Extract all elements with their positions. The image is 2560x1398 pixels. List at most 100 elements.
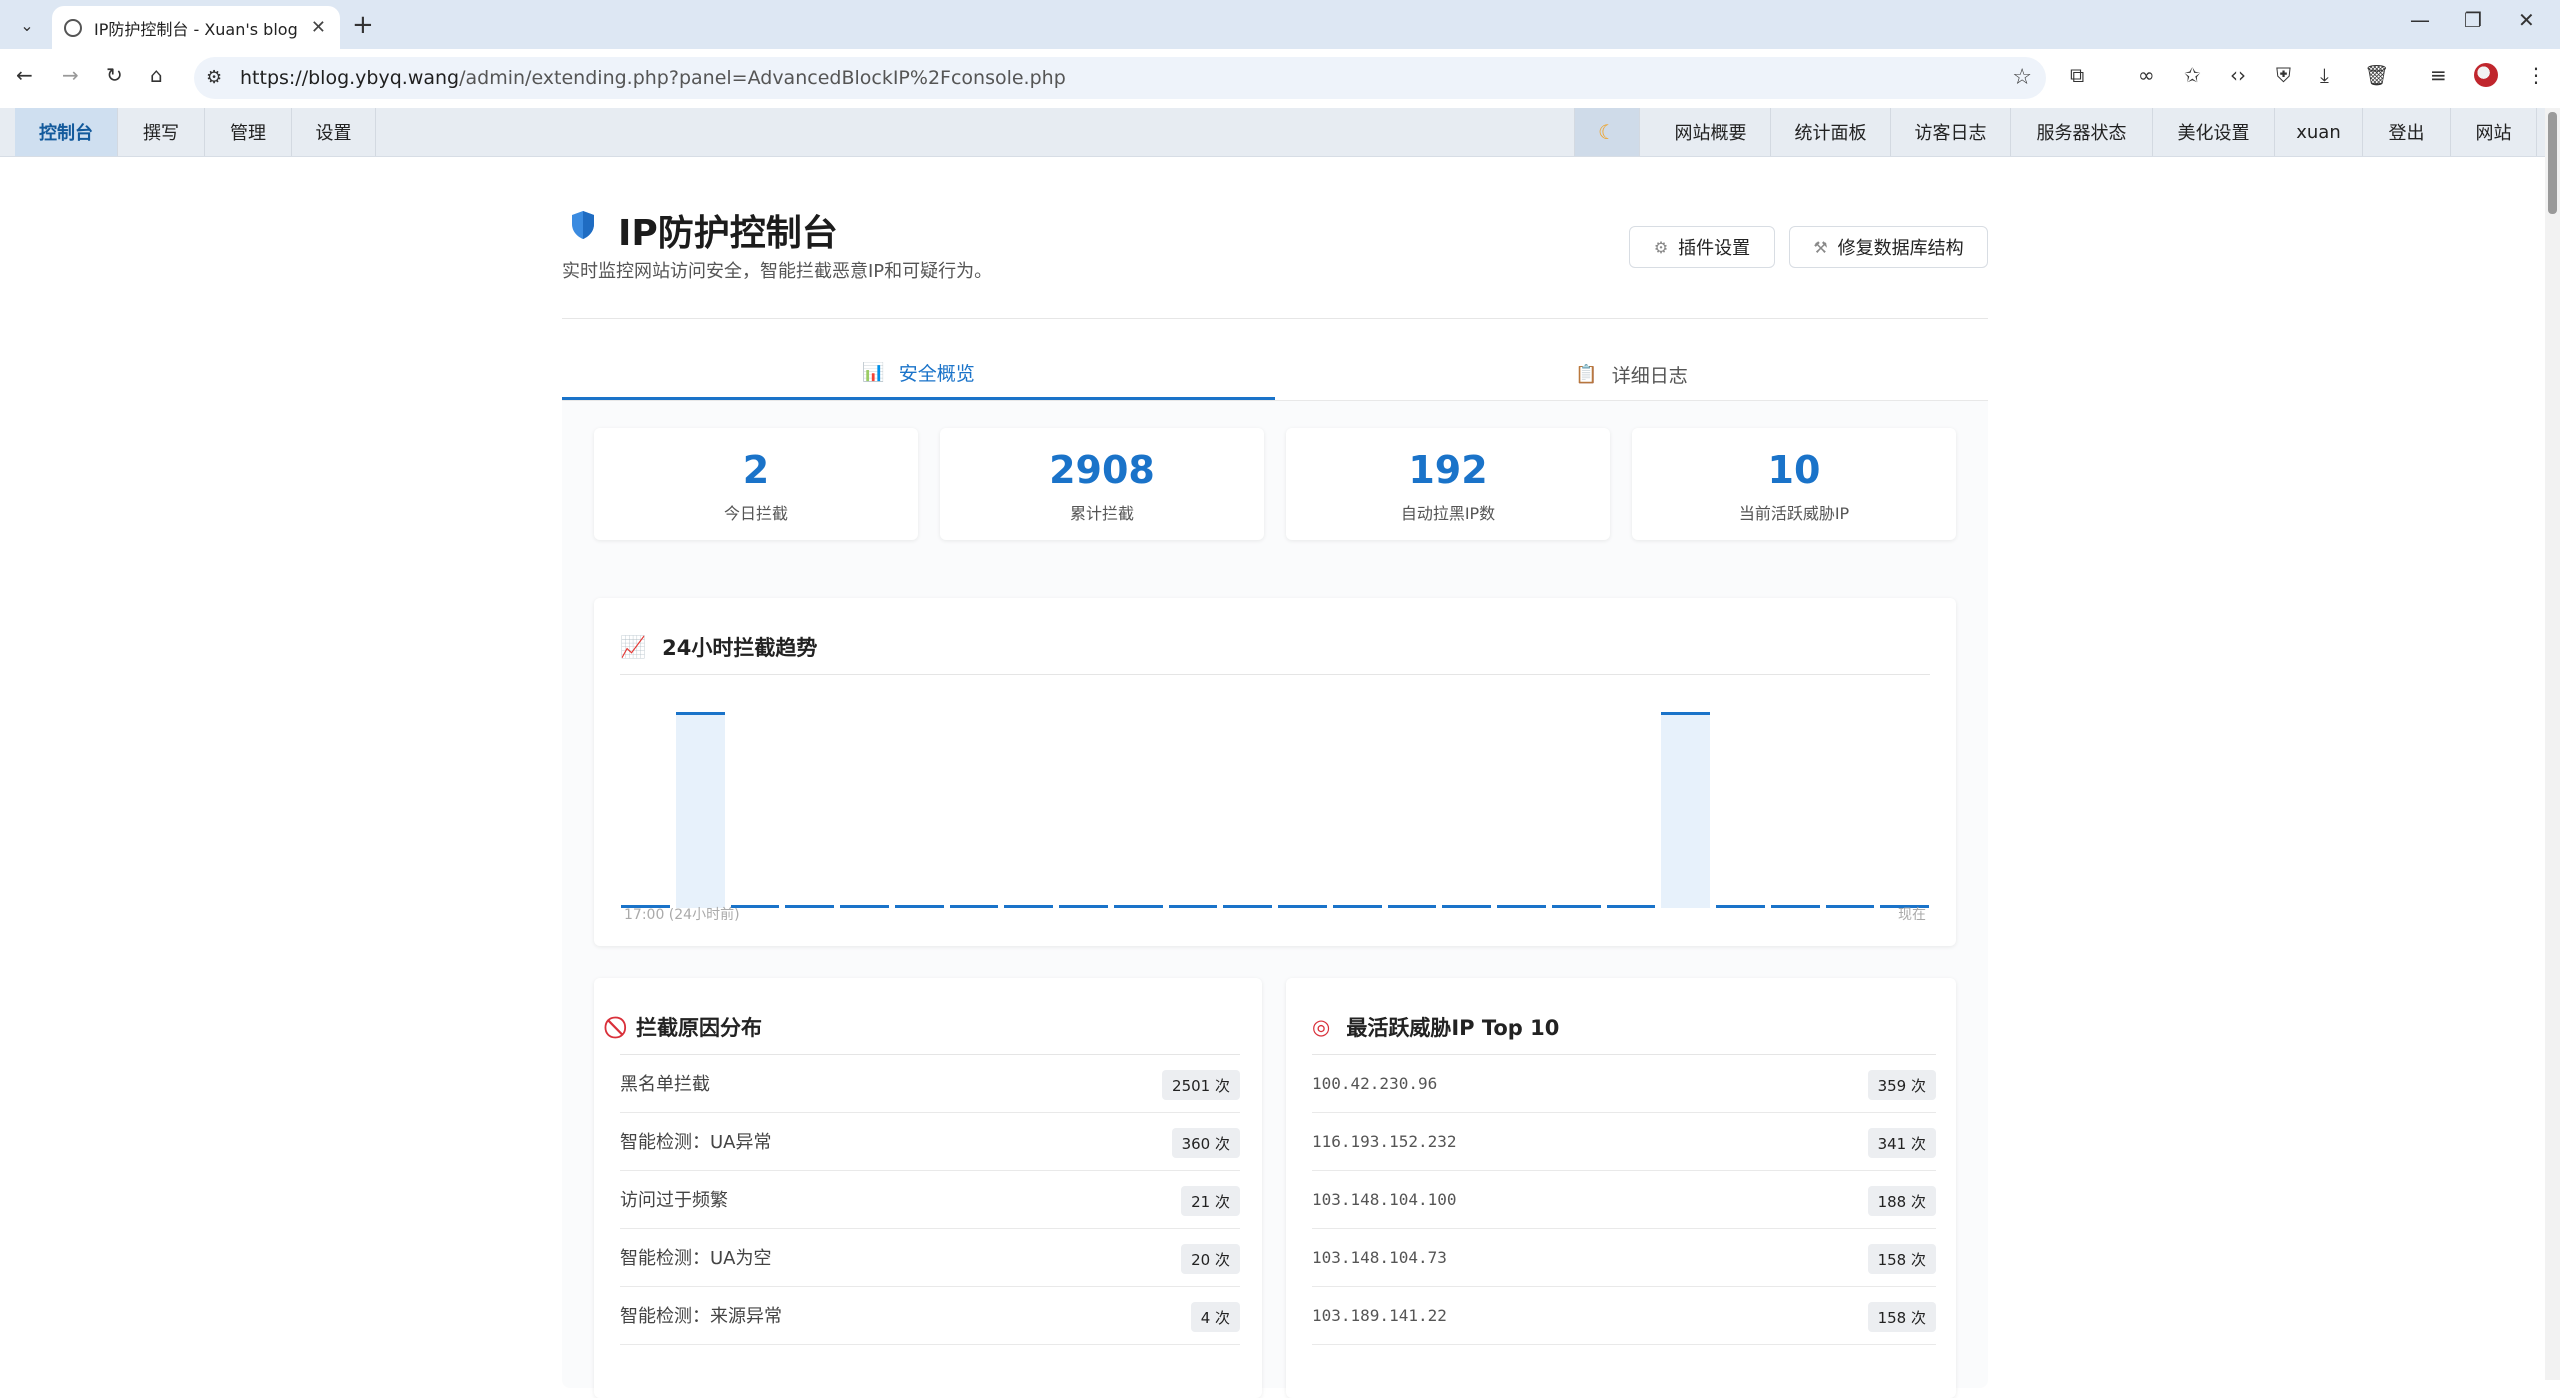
page-subtitle: 实时监控网站访问安全，智能拦截恶意IP和可疑行为。 [562,261,993,282]
plugin-settings-button[interactable]: ⚙ 插件设置 [1629,226,1775,268]
nav-settings[interactable]: 设置 [292,108,376,156]
address-bar[interactable]: ⚙ https://blog.ybyq.wang/admin/extending… [194,57,2046,99]
ip-row: 103.189.141.22 158 次 [1312,1286,1936,1345]
nav-site-overview[interactable]: 网站概要 [1651,108,1771,156]
nav-stats-panel[interactable]: 统计面板 [1771,108,1891,156]
reasons-card-header: ⃠ 拦截原因分布 [620,1000,1240,1055]
nav-website[interactable]: 网站 [2451,108,2537,156]
trend-bar [1716,905,1765,908]
tab-overview[interactable]: 📊 安全概览 [562,348,1275,400]
ip-count-badge: 158 次 [1867,1244,1936,1274]
stat-total-blocked: 2908 累计拦截 [940,428,1264,540]
extension-icon[interactable]: ⧉ [2070,63,2084,87]
trend-title: 24小时拦截趋势 [662,636,818,660]
reload-icon[interactable]: ↻ [106,63,123,87]
stat-label: 今日拦截 [723,504,788,523]
trend-card-header: 📈 24小时拦截趋势 [620,620,1930,675]
stat-label: 自动拉黑IP数 [1400,504,1496,523]
stat-label: 当前活跃威胁IP [1738,504,1850,523]
restore-icon[interactable]: ❐ [2464,8,2482,32]
nav-server-status[interactable]: 服务器状态 [2011,108,2153,156]
link-icon[interactable]: ∞ [2138,63,2155,87]
tab-strip: ⌄ IP防护控制台 - Xuan's blog ✕ + — ❐ ✕ [0,0,2560,49]
code-icon[interactable]: ‹› [2230,63,2246,87]
trend-bar [1387,905,1437,908]
trend-bar [949,905,999,908]
trend-end-label: 现在 [1898,907,1926,923]
ip-row: 103.148.104.73 158 次 [1312,1228,1936,1287]
trend-bar [1825,905,1875,908]
trend-bar [675,712,725,908]
page-title: IP防护控制台 [618,213,838,254]
trend-bar [1223,905,1272,908]
browser-tab[interactable]: IP防护控制台 - Xuan's blog ✕ [52,6,340,49]
ip-count-badge: 188 次 [1867,1186,1936,1216]
moon-icon: ☾ [1598,120,1616,144]
close-tab-icon[interactable]: ✕ [311,17,326,38]
ip-count-badge: 158 次 [1867,1302,1936,1332]
more-menu-icon[interactable]: ⋮ [2526,63,2546,87]
nav-visitor-log[interactable]: 访客日志 [1891,108,2011,156]
ip-count-badge: 359 次 [1867,1070,1936,1100]
nav-user[interactable]: xuan [2275,108,2363,156]
admin-nav: 控制台 撰写 管理 设置 ☾ 网站概要 统计面板 访客日志 服务器状态 美化设置… [0,108,2545,157]
clipboard-icon: 📋 [1575,363,1598,385]
trend-bar [1551,905,1601,908]
panel-tabs: 📊 安全概览 📋 详细日志 [562,348,1988,401]
nav-theme-settings[interactable]: 美化设置 [2153,108,2275,156]
theme-toggle[interactable]: ☾ [1574,108,1640,156]
profile-avatar[interactable] [2474,63,2498,87]
forward-icon[interactable]: → [62,63,79,87]
page-scrollbar[interactable] [2545,108,2560,1380]
nav-write[interactable]: 撰写 [118,108,205,156]
nav-console[interactable]: 控制台 [15,108,118,156]
trend-bar [1059,905,1108,908]
nav-logout[interactable]: 登出 [2363,108,2451,156]
line-chart-icon: 📈 [620,634,647,659]
tab-search-icon[interactable]: ⌄ [12,12,42,38]
reason-count-badge: 21 次 [1181,1186,1240,1216]
scrollbar-thumb[interactable] [2548,112,2557,214]
reason-row: 智能检测：UA异常 360 次 [620,1112,1240,1171]
console-panel: 📊 安全概览 📋 详细日志 2 今日拦截 2908 累计拦截 192 自动拉黑I… [562,348,1988,1398]
repair-db-button[interactable]: ⚒ 修复数据库结构 [1789,226,1988,268]
trend-bar [894,905,944,908]
reason-name: 智能检测：来源异常 [620,1306,782,1327]
trend-bar [1606,905,1656,908]
stat-today-blocked: 2 今日拦截 [594,428,918,540]
browser-toolbar: ← → ↻ ⌂ ⚙ https://blog.ybyq.wang/admin/e… [0,49,2560,109]
reason-row: 智能检测：来源异常 4 次 [620,1286,1240,1345]
reason-count-badge: 20 次 [1181,1244,1240,1274]
tab-overview-label: 安全概览 [898,363,975,385]
vpn-icon[interactable]: ⛨ [2276,63,2291,87]
back-icon[interactable]: ← [16,63,33,87]
reason-row: 智能检测：UA为空 20 次 [620,1228,1240,1287]
reason-name: 黑名单拦截 [620,1074,710,1095]
ip-row: 116.193.152.232 341 次 [1312,1112,1936,1171]
trend-bar [1004,905,1053,908]
new-tab-icon[interactable]: + [352,10,374,40]
site-settings-icon[interactable]: ⚙ [206,67,222,88]
tab-detail-log[interactable]: 📋 详细日志 [1275,348,1988,400]
minimize-icon[interactable]: — [2410,8,2430,32]
bookmark-star-icon[interactable]: ☆ [2012,65,2032,90]
media-icon[interactable]: ≡ [2430,63,2447,87]
stat-value: 2 [742,448,770,492]
reason-name: 智能检测：UA异常 [620,1132,772,1153]
home-icon[interactable]: ⌂ [150,63,163,87]
ip-count-badge: 341 次 [1867,1128,1936,1158]
ip-row: 100.42.230.96 359 次 [1312,1054,1936,1113]
reason-count-badge: 2501 次 [1162,1070,1240,1100]
window-close-icon[interactable]: ✕ [2518,8,2535,32]
target-icon: ◎ [1312,1015,1331,1039]
nav-manage[interactable]: 管理 [205,108,292,156]
ip-address: 103.189.141.22 [1312,1305,1447,1325]
reason-row: 黑名单拦截 2501 次 [620,1054,1240,1113]
trend-bar [1168,905,1218,908]
top-ips-card-header: ◎ 最活跃威胁IP Top 10 [1312,1000,1936,1055]
favorites-icon[interactable]: ✩ [2184,63,2201,87]
download-icon[interactable]: ⤓ [2320,63,2329,87]
ip-address: 103.148.104.73 [1312,1247,1447,1267]
reason-name: 访问过于频繁 [620,1190,728,1211]
trash-icon[interactable]: 🗑 [2364,63,2389,87]
